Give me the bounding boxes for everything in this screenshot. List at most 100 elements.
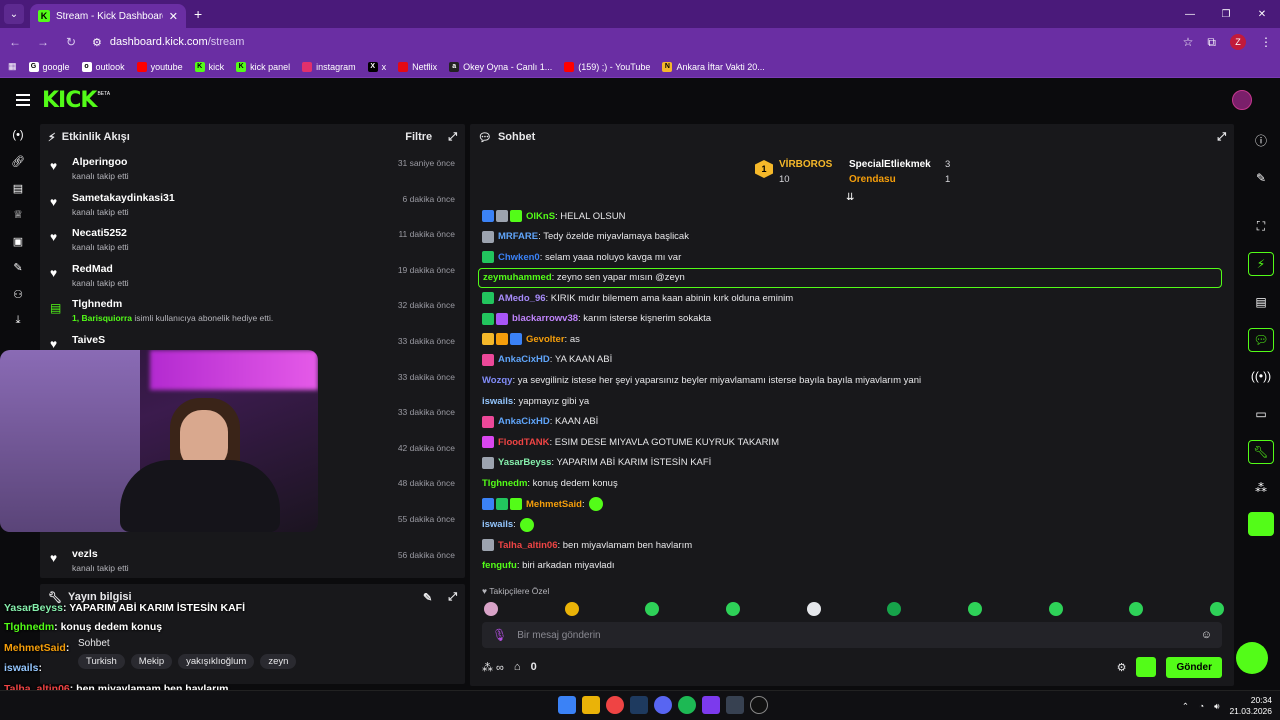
monitor-icon[interactable]: ▭ — [1248, 402, 1274, 426]
chat-username[interactable]: MehmetSaid — [526, 499, 582, 510]
bookmark-outlook[interactable]: o outlook — [81, 61, 125, 72]
bookmark-okey[interactable]: a Okey Oyna - Canlı 1... — [449, 61, 552, 72]
bookmark-kick-panel[interactable]: Kkick panel — [236, 61, 290, 72]
steam-app-icon[interactable] — [726, 696, 744, 714]
chat-message[interactable]: OlKnS: HELAL OLSUN — [478, 206, 1224, 227]
bookmark-youtube[interactable]: youtube — [136, 61, 183, 72]
activity-event[interactable]: ♥ Sametakaydinkasi31 kanalı takip etti 6 da… — [40, 186, 465, 222]
emote-icon[interactable] — [806, 602, 821, 616]
wrench-icon[interactable]: ✎ — [0, 255, 36, 282]
chat-username[interactable]: iswails — [482, 519, 513, 530]
chat-icon[interactable]: 💬︎ — [1248, 328, 1274, 352]
video-icon[interactable]: ▣ — [0, 228, 36, 255]
chat-username[interactable]: AnkaCixHD — [498, 416, 550, 427]
info-icon[interactable]: ⓘ — [1248, 128, 1274, 152]
start-icon[interactable] — [558, 696, 576, 714]
extensions-icon[interactable]: ⧉ — [1207, 35, 1216, 50]
chat-username[interactable]: Chwken0 — [498, 252, 540, 263]
activity-event[interactable]: ♥ RedMad kanalı takip etti 19 dakika önce — [40, 257, 465, 293]
chat-username[interactable]: MRFARE — [498, 231, 538, 242]
chat-username[interactable]: FloodTANK — [498, 437, 550, 448]
address-bar[interactable]: ⚙ dashboard.kick.com/stream — [92, 31, 1169, 53]
chat-username[interactable]: AnkaCixHD — [498, 354, 550, 365]
event-username[interactable]: RedMad — [72, 263, 398, 275]
chat-message[interactable]: AnkaCixHD: KAAN ABİ — [478, 411, 1224, 432]
chat-message[interactable]: AnkaCixHD: YA KAAN ABİ — [478, 350, 1224, 371]
tag-turkish[interactable]: Turkish — [78, 654, 125, 669]
pencil-icon[interactable]: ✎ — [1248, 166, 1274, 190]
points-icon[interactable]: ⁂ ∞ — [482, 661, 504, 674]
close-window-icon[interactable]: ✕ — [1244, 0, 1280, 28]
bookmark-ankara-iftar[interactable]: N Ankara İftar Vakti 20... — [662, 61, 765, 72]
broadcast-icon[interactable]: (•) — [0, 122, 36, 149]
bookmark-youtube-159[interactable]: (159) ;) - YouTube — [564, 61, 650, 72]
chat-message[interactable]: YasarBeyss: YAPARIM ABİ KARIM İSTESİN KA… — [478, 453, 1224, 474]
activity-event[interactable]: ♥ Alperingoo kanalı takip etti 31 saniye ön… — [40, 150, 465, 186]
chat-message[interactable]: Wozqy: ya sevgiliniz istese her şeyi yap… — [478, 370, 1224, 391]
obs-icon[interactable] — [750, 696, 768, 714]
site-info-icon[interactable]: ⚙ — [92, 36, 102, 49]
chat-username[interactable]: blackarrowv38 — [512, 313, 578, 324]
activity-event[interactable]: ♥ Necati5252 kanalı takip etti 11 dakika ön… — [40, 221, 465, 257]
emoji-icon[interactable]: ☺ — [1201, 629, 1212, 641]
event-username[interactable]: Alperingoo — [72, 156, 398, 168]
chat-message[interactable]: MehmetSaid: — [478, 494, 1224, 515]
trophy-icon[interactable]: ♕ — [0, 202, 36, 229]
popout-icon[interactable]: ⤢ — [448, 591, 457, 604]
explorer-icon[interactable] — [582, 696, 600, 714]
analytics-icon[interactable]: ▤ — [0, 175, 36, 202]
chat-message[interactable]: Talha_altin06: ben miyavlamam ben havlar… — [478, 535, 1224, 556]
user-avatar[interactable] — [1232, 90, 1252, 110]
chat-message[interactable]: Gevolter: as — [478, 329, 1224, 350]
popout-icon[interactable]: ⤢ — [1217, 131, 1226, 144]
chat-message[interactable]: iswails: — [478, 514, 1224, 535]
reload-icon[interactable]: ↻ — [64, 35, 78, 49]
discord-icon[interactable] — [654, 696, 672, 714]
chrome-icon[interactable] — [606, 696, 624, 714]
volume-icon[interactable]: 🔊︎ — [1214, 701, 1219, 712]
apps-icon[interactable]: ▦ — [8, 61, 17, 72]
chat-message[interactable]: iswails: yapmayız gibi ya — [478, 391, 1224, 412]
event-username[interactable]: Necati5252 — [72, 227, 398, 239]
minimize-icon[interactable]: — — [1172, 0, 1208, 28]
app-icon[interactable] — [702, 696, 720, 714]
chat-username[interactable]: Tlghnedm — [482, 478, 527, 489]
tag-zeyn[interactable]: zeyn — [260, 654, 297, 669]
broadcast-icon[interactable]: ((•)) — [1248, 364, 1274, 388]
emote-icon[interactable] — [967, 602, 982, 616]
event-username[interactable]: TaiveS — [72, 334, 398, 346]
chat-input[interactable]: 🎙︎ Bir mesaj gönderin ☺ — [482, 622, 1222, 648]
chat-message[interactable]: blackarrowv38: karım isterse kişnerim so… — [478, 308, 1224, 329]
chat-username[interactable]: YasarBeyss — [498, 457, 551, 468]
chat-message[interactable]: AMedo_96: KIRIK mıdır bilemem ama kaan a… — [478, 288, 1224, 309]
event-username[interactable]: Sametakaydinkasi31 — [72, 192, 403, 204]
bookmark-star-icon[interactable]: ☆ — [1183, 35, 1194, 49]
fullscreen-icon[interactable]: ⛶ — [1248, 214, 1274, 238]
bookmark-x[interactable]: Xx — [367, 61, 386, 72]
document-icon[interactable]: ▤ — [1248, 290, 1274, 314]
restore-icon[interactable]: ❐ — [1208, 0, 1244, 28]
emote-icon[interactable] — [645, 602, 660, 616]
emote-icon[interactable] — [725, 602, 740, 616]
chat-message[interactable]: zeymuhammed: zeyno sen yapar mısın @zeyn — [478, 267, 1222, 288]
clock[interactable]: 20:34 21.03.2026 — [1229, 695, 1272, 717]
network-icon[interactable]: ⁂ — [1248, 476, 1274, 500]
event-username[interactable]: vezls — [72, 548, 398, 560]
shop-icon[interactable]: ⌂ — [514, 661, 521, 673]
new-tab-button[interactable]: + — [194, 6, 202, 22]
help-fab-button[interactable] — [1236, 642, 1268, 674]
tray-chevron-icon[interactable]: ⌃ — [1182, 701, 1189, 712]
activity-event[interactable]: ▤ Tlghnedm 1, Barisquiorra isimli kullanıc… — [40, 292, 465, 328]
chat-message[interactable]: fengufu: biri arkadan miyavladı — [478, 556, 1224, 577]
chat-username[interactable]: iswails — [482, 396, 513, 407]
profile-avatar[interactable]: Z — [1230, 34, 1246, 50]
settings-gear-icon[interactable]: ⚙ — [1117, 661, 1127, 674]
chat-message[interactable]: FloodTANK: ESIM DESE MIYAVLA GOTUME KUYR… — [478, 432, 1224, 453]
activity-event[interactable]: ♥ vezls kanalı takip etti 56 dakika önce — [40, 542, 465, 578]
tag-yakisiklioglum[interactable]: yakışıklıoğlum — [178, 654, 255, 669]
event-username[interactable]: Tlghnedm — [72, 298, 398, 310]
emote-icon[interactable] — [1129, 602, 1144, 616]
kick-logo[interactable]: KICK — [42, 88, 97, 113]
tag-mekip[interactable]: Mekip — [130, 654, 173, 669]
chat-username[interactable]: Wozqy — [482, 375, 512, 386]
